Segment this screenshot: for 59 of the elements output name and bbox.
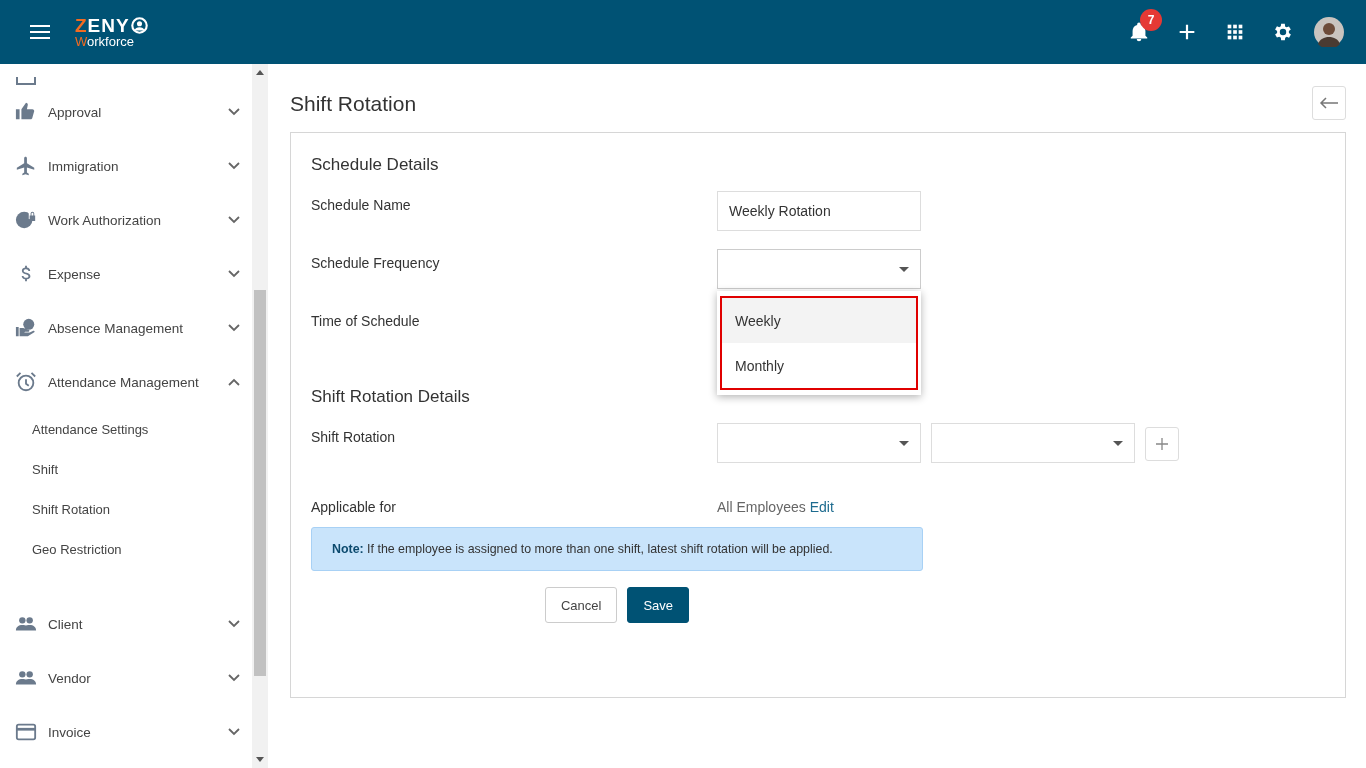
scroll-down-icon[interactable]	[256, 757, 264, 762]
section-heading: Schedule Details	[311, 155, 440, 175]
menu-item-icon	[15, 155, 37, 177]
avatar[interactable]	[1314, 17, 1344, 47]
page-title: Shift Rotation	[290, 92, 417, 116]
logo-text: ZENY	[75, 16, 130, 35]
scrollbar-thumb[interactable]	[254, 290, 266, 676]
submenu-item[interactable]: Attendance Settings	[0, 409, 252, 449]
save-button[interactable]: Save	[627, 587, 690, 623]
chevron-icon	[228, 728, 240, 736]
menu-item-icon	[15, 317, 37, 339]
dropdown-option[interactable]: Weekly	[722, 298, 916, 343]
menu-item-icon	[15, 209, 37, 231]
caret-icon	[899, 440, 909, 446]
chevron-icon	[228, 378, 240, 386]
cancel-button[interactable]: Cancel	[544, 587, 618, 623]
chevron-icon	[228, 270, 240, 278]
notification-badge: 7	[1140, 9, 1162, 31]
sidebar-item[interactable]: Invoice	[0, 705, 252, 759]
chevron-icon	[228, 162, 240, 170]
input-field[interactable]: Weekly Rotation	[717, 191, 921, 231]
sidebar-item[interactable]: Expense	[0, 247, 252, 301]
chevron-icon	[228, 324, 240, 332]
field-label: Schedule Frequency	[311, 254, 441, 273]
sidebar-item[interactable]: Absence Management	[0, 301, 252, 355]
note-text: Note: If the employee is assigned to more than one shift, latest shift rotation will be applied.	[311, 527, 923, 571]
logo-subtitle: Workforce	[75, 35, 135, 48]
edit-link[interactable]: Edit	[809, 499, 834, 525]
field-label: Time of Schedule	[311, 312, 421, 331]
caret-icon	[899, 266, 909, 272]
sidebar-item[interactable]: Attendance Management	[0, 355, 252, 409]
field-label: Applicable for	[311, 498, 397, 517]
submenu-item[interactable]: Shift Rotation	[0, 489, 252, 529]
chevron-icon	[228, 620, 240, 628]
plus-icon	[1156, 438, 1168, 450]
sidebar-item[interactable]: Client	[0, 597, 252, 651]
caret-icon	[1113, 440, 1123, 446]
settings-icon[interactable]	[1272, 21, 1294, 43]
menu-icon[interactable]	[30, 24, 50, 40]
scroll-up-icon[interactable]	[256, 70, 264, 75]
dropdown-option[interactable]: Monthly	[722, 343, 916, 388]
chevron-icon	[228, 216, 240, 224]
chevron-icon	[228, 674, 240, 682]
field-label: Schedule Name	[311, 196, 412, 215]
person-icon	[130, 17, 148, 34]
back-arrow-icon	[1319, 97, 1339, 109]
sidebar-item[interactable]: Work Authorization	[0, 193, 252, 247]
field-value: All Employees	[717, 499, 806, 517]
chevron-icon	[228, 108, 240, 116]
submenu-item[interactable]: Geo Restriction	[0, 529, 252, 569]
field-label: Shift Rotation	[311, 428, 397, 447]
menu-item-icon	[15, 721, 37, 743]
menu-item-icon	[15, 371, 37, 393]
sidebar-item[interactable]: Immigration	[0, 139, 252, 193]
sidebar-item[interactable]: Approval	[0, 85, 252, 139]
submenu-item[interactable]: Shift	[0, 449, 252, 489]
back-button[interactable]	[1312, 86, 1346, 120]
sidebar-item[interactable]: Vendor	[0, 651, 252, 705]
section-heading: Shift Rotation Details	[311, 387, 471, 407]
